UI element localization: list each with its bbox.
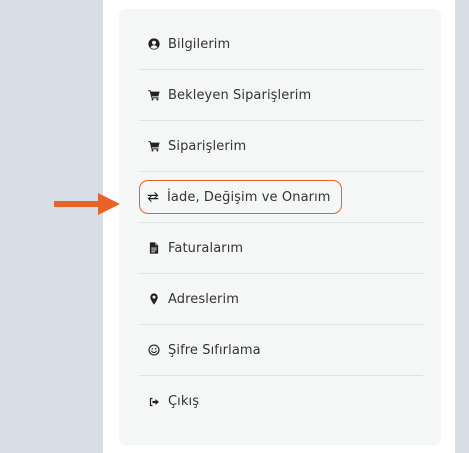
menu-item-bilgilerim[interactable]: Bilgilerim: [139, 19, 423, 70]
smile-icon: [148, 344, 160, 356]
cart-icon: [148, 89, 160, 101]
cart-icon: [148, 140, 160, 152]
menu-item-sifre-sifirlama[interactable]: Şifre Sıfırlama: [139, 325, 423, 376]
highlight-outline: İade, Değişim ve Onarım: [139, 180, 342, 214]
menu-item-adreslerim[interactable]: Adreslerim: [139, 274, 423, 325]
exchange-icon: [147, 191, 159, 203]
menu-item-label: Bekleyen Siparişlerim: [168, 87, 312, 103]
menu-item-bekleyen-siparislerim[interactable]: Bekleyen Siparişlerim: [139, 70, 423, 121]
menu-item-label: Çıkış: [168, 394, 200, 409]
menu-item-cikis[interactable]: Çıkış: [139, 376, 423, 427]
menu-item-iade-degisim-onarim[interactable]: İade, Değişim ve Onarım: [139, 172, 423, 223]
menu-item-faturalarim[interactable]: Faturalarım: [139, 223, 423, 274]
map-pin-icon: [148, 293, 160, 305]
user-circle-icon: [148, 38, 160, 50]
sign-out-icon: [148, 396, 160, 408]
account-menu: Bilgilerim Bekleyen Siparişlerim Sipariş…: [139, 19, 423, 427]
menu-item-label: Adreslerim: [168, 291, 239, 307]
menu-item-label: Bilgilerim: [168, 36, 231, 52]
right-arrow-icon: [54, 193, 120, 215]
menu-item-label: İade, Değişim ve Onarım: [167, 189, 331, 205]
account-panel: Bilgilerim Bekleyen Siparişlerim Sipariş…: [103, 0, 455, 453]
menu-item-label: Faturalarım: [168, 240, 244, 256]
file-icon: [148, 242, 160, 254]
menu-item-label: Siparişlerim: [168, 138, 247, 154]
account-menu-card: Bilgilerim Bekleyen Siparişlerim Sipariş…: [119, 9, 441, 445]
menu-item-siparislerim[interactable]: Siparişlerim: [139, 121, 423, 172]
menu-item-label: Şifre Sıfırlama: [168, 342, 261, 358]
